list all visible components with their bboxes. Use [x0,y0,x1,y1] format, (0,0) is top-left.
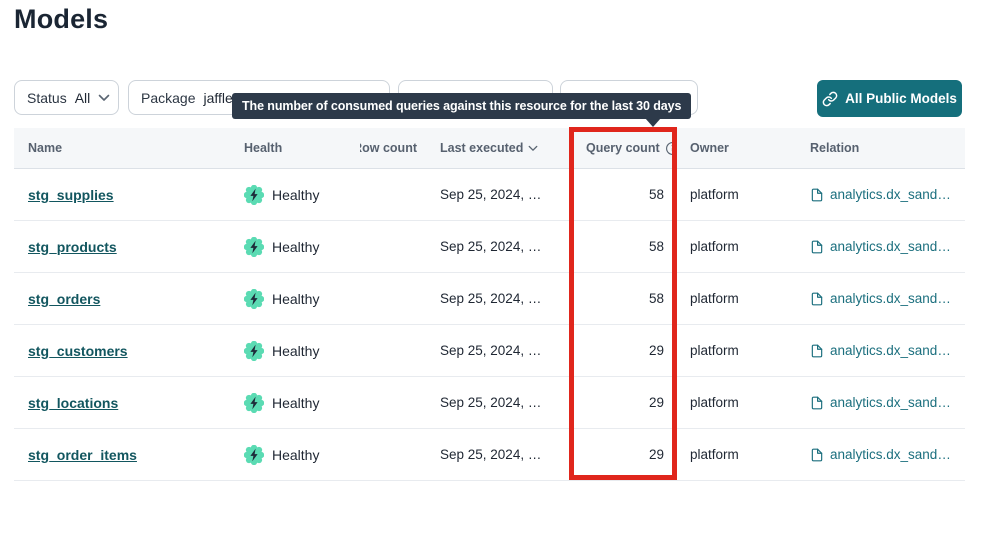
link-icon [822,91,838,107]
models-table: Name Health Row count Last executed Quer… [14,128,965,481]
all-public-models-button[interactable]: All Public Models [817,80,962,117]
model-name-cell: stg_order_items [14,447,230,463]
last-executed-cell: Sep 25, 2024, … [426,395,578,410]
table-row: stg_customers Healthy Sep 25, 2024, … [14,325,965,377]
column-header-last-executed[interactable]: Last executed [426,141,578,155]
relation-link[interactable]: analytics.dx_sand… [830,239,951,254]
query-count-cell: 58 [578,239,676,254]
model-name-link[interactable]: stg_order_items [28,447,137,463]
last-executed-cell: Sep 25, 2024, … [426,239,578,254]
all-public-models-label: All Public Models [845,91,957,106]
health-label: Healthy [272,239,319,255]
model-name-link[interactable]: stg_orders [28,291,100,307]
tooltip-text: The number of consumed queries against t… [242,99,681,113]
query-count-label: Query count [586,141,660,155]
health-label: Healthy [272,291,319,307]
relation-link[interactable]: analytics.dx_sand… [830,291,951,306]
query-count-cell: 29 [578,447,676,462]
relation-link[interactable]: analytics.dx_sand… [830,447,951,462]
file-icon [810,448,824,462]
file-icon [810,344,824,358]
healthy-badge-icon [244,237,264,257]
healthy-badge-icon [244,289,264,309]
model-name-link[interactable]: stg_products [28,239,117,255]
healthy-badge-icon [244,341,264,361]
model-name-cell: stg_customers [14,343,230,359]
column-header-health: Health [230,141,360,155]
healthy-badge-icon [244,185,264,205]
healthy-badge-icon [244,393,264,413]
health-label: Healthy [272,187,319,203]
column-header-owner: Owner [676,141,796,155]
model-name-link[interactable]: stg_locations [28,395,118,411]
tooltip-arrow [645,118,661,127]
health-cell: Healthy [230,341,360,361]
file-icon [810,240,824,254]
table-body: stg_supplies Healthy Sep 25, 2024, … [14,169,965,481]
model-name-cell: stg_locations [14,395,230,411]
relation-cell: analytics.dx_sand… [796,447,965,462]
healthy-badge-icon [244,445,264,465]
last-executed-cell: Sep 25, 2024, … [426,187,578,202]
table-row: stg_orders Healthy Sep 25, 2024, … 5 [14,273,965,325]
last-executed-cell: Sep 25, 2024, … [426,343,578,358]
health-cell: Healthy [230,393,360,413]
models-page: Models Status All Package jaffle_ All Pu… [0,0,989,536]
info-icon[interactable] [665,141,676,156]
health-cell: Healthy [230,445,360,465]
health-cell: Healthy [230,237,360,257]
column-header-relation: Relation [796,141,965,155]
column-header-row-count: Row count [360,141,426,155]
health-label: Healthy [272,447,319,463]
column-header-name: Name [14,141,230,155]
relation-link[interactable]: analytics.dx_sand… [830,343,951,358]
model-name-cell: stg_products [14,239,230,255]
owner-cell: platform [676,395,796,410]
table-row: stg_products Healthy Sep 25, 2024, … [14,221,965,273]
owner-cell: platform [676,343,796,358]
relation-cell: analytics.dx_sand… [796,291,965,306]
relation-link[interactable]: analytics.dx_sand… [830,395,951,410]
table-row: stg_order_items Healthy Sep 25, 2024, … [14,429,965,481]
table-row: stg_supplies Healthy Sep 25, 2024, … [14,169,965,221]
query-count-tooltip: The number of consumed queries against t… [232,93,691,119]
query-count-cell: 58 [578,291,676,306]
relation-link[interactable]: analytics.dx_sand… [830,187,951,202]
health-cell: Healthy [230,289,360,309]
table-row: stg_locations Healthy Sep 25, 2024, … [14,377,965,429]
query-count-cell: 29 [578,395,676,410]
model-name-link[interactable]: stg_customers [28,343,128,359]
health-label: Healthy [272,395,319,411]
last-executed-label: Last executed [440,141,523,155]
last-executed-cell: Sep 25, 2024, … [426,447,578,462]
relation-cell: analytics.dx_sand… [796,395,965,410]
query-count-cell: 29 [578,343,676,358]
file-icon [810,396,824,410]
owner-cell: platform [676,239,796,254]
sort-chevron-down-icon [528,145,538,152]
owner-cell: platform [676,291,796,306]
model-name-cell: stg_orders [14,291,230,307]
health-label: Healthy [272,343,319,359]
file-icon [810,292,824,306]
relation-cell: analytics.dx_sand… [796,239,965,254]
relation-cell: analytics.dx_sand… [796,187,965,202]
file-icon [810,188,824,202]
owner-cell: platform [676,447,796,462]
status-filter-label: Status [27,90,67,106]
relation-cell: analytics.dx_sand… [796,343,965,358]
health-cell: Healthy [230,185,360,205]
owner-cell: platform [676,187,796,202]
model-name-cell: stg_supplies [14,187,230,203]
status-filter-value: All [75,90,91,106]
status-filter-dropdown[interactable]: Status All [14,80,119,115]
model-name-link[interactable]: stg_supplies [28,187,114,203]
chevron-down-icon [98,94,110,102]
query-count-cell: 58 [578,187,676,202]
last-executed-cell: Sep 25, 2024, … [426,291,578,306]
package-filter-label: Package [141,90,195,106]
page-title: Models [14,4,108,35]
column-header-query-count: Query count [578,141,676,156]
table-header-row: Name Health Row count Last executed Quer… [14,128,965,169]
